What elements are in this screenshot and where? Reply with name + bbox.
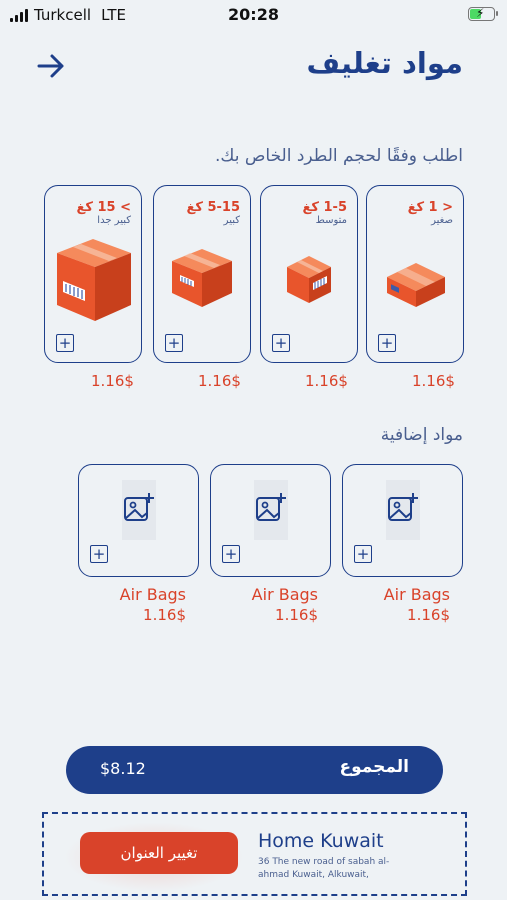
change-address-button[interactable]: تغيير العنوان [80,832,238,874]
size-card-medium[interactable]: 1-5 كغ متوسط + [260,185,358,363]
size-price: 1.16$ [198,372,241,390]
add-icon[interactable]: + [56,334,74,352]
address-panel: تغيير العنوان Home Kuwait 36 The new roa… [42,812,467,896]
box-small-icon [387,263,445,307]
status-bar: Turkcell LTE 20:28 ⚡ [0,0,507,30]
size-card-large[interactable]: 5-15 كغ كبير + [153,185,251,363]
size-range: 1-5 كغ [302,200,347,215]
size-label: كبير جدا [97,215,131,226]
battery-icon: ⚡ [468,6,498,21]
size-label: صغير [431,215,453,226]
size-price: 1.16$ [412,372,455,390]
total-amount: $8.12 [100,759,146,778]
size-range: < 1 كغ [407,200,453,215]
add-icon[interactable]: + [165,334,183,352]
image-placeholder-icon [254,480,288,540]
size-label: كبير [223,215,240,226]
sizes-section-title: اطلب وفقًا لحجم الطرد الخاص بك. [214,146,463,166]
extra-card[interactable]: + [78,464,199,577]
image-placeholder-icon [122,480,156,540]
extras-section-title: مواد إضافية [380,425,463,445]
size-price: 1.16$ [305,372,348,390]
size-card-small[interactable]: < 1 كغ صغير + [366,185,464,363]
extra-card[interactable]: + [210,464,331,577]
size-range: 5-15 كغ [186,200,240,215]
extra-card[interactable]: + [342,464,463,577]
extra-price: 1.16$ [275,606,318,624]
image-placeholder-icon [386,480,420,540]
box-medium-icon [287,256,331,303]
add-icon[interactable]: + [90,545,108,563]
address-text: 36 The new road of sabah al-ahmad Kuwait… [258,857,390,880]
extra-price: 1.16$ [143,606,186,624]
extra-name: Air Bags [119,585,186,604]
add-icon[interactable]: + [354,545,372,563]
extra-price: 1.16$ [407,606,450,624]
extra-name: Air Bags [251,585,318,604]
arrow-right-icon[interactable] [36,52,66,80]
add-icon[interactable]: + [378,334,396,352]
address-title: Home Kuwait [258,830,384,852]
total-bar[interactable]: $8.12 المجموع [66,746,443,794]
box-large-icon [172,249,232,307]
size-label: متوسط [315,215,347,226]
extra-name: Air Bags [383,585,450,604]
total-label: المجموع [339,757,409,777]
size-card-xlarge[interactable]: > 15 كغ كبير جدا + [44,185,142,363]
add-icon[interactable]: + [222,545,240,563]
clock: 20:28 [228,5,279,24]
size-price: 1.16$ [91,372,134,390]
page-title: مواد تغليف [306,46,463,80]
add-icon[interactable]: + [272,334,290,352]
box-xlarge-icon [57,239,131,321]
size-range: > 15 كغ [76,200,131,215]
